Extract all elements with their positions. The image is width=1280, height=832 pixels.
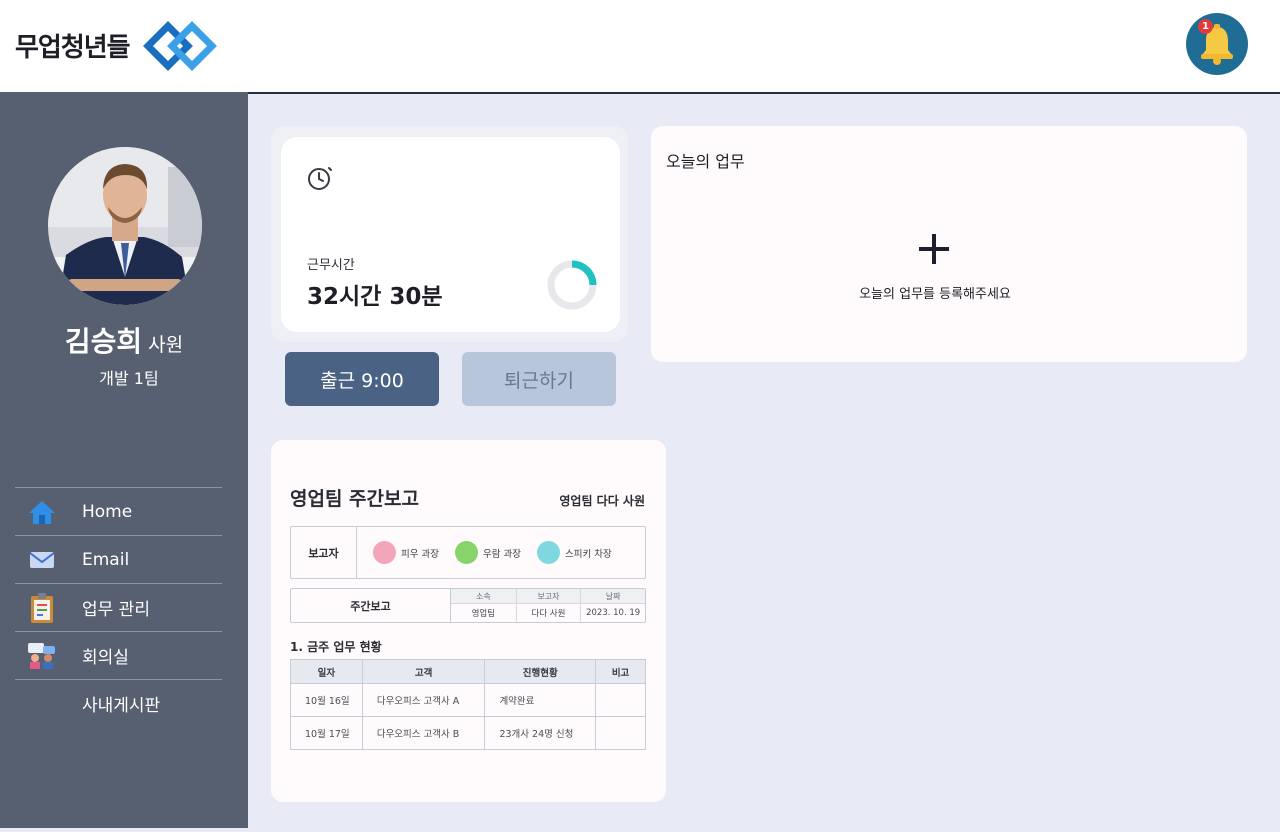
meta-value: 다다 사원: [515, 604, 581, 622]
logo-text: 무업청년들: [15, 32, 131, 63]
table-header: 진행현황: [484, 659, 597, 684]
user-rank: 사원: [148, 334, 184, 356]
add-task-icon[interactable]: [917, 232, 951, 266]
table-cell: [595, 716, 646, 750]
profile-name: 김승희 사원: [0, 320, 248, 360]
sidebar-item-task-management[interactable]: 업무 관리: [15, 583, 222, 631]
reporter-avatar: [373, 541, 396, 564]
reporter-name: 피우 과장: [401, 548, 439, 560]
today-tasks-hint: 오늘의 업무를 등록해주세요: [859, 287, 1011, 302]
table-cell: 23개사 24명 신청: [484, 716, 597, 750]
table-cell: [595, 683, 646, 717]
table-header: 고객: [361, 659, 486, 684]
reporter-label: 보고자: [291, 527, 357, 578]
reporter-name: 우람 과장: [482, 548, 521, 560]
reporter-2: 우람 과장: [454, 541, 521, 564]
table-row: 10월 17일 다우오피스 고객사 B 23개사 24명 신청: [290, 716, 646, 750]
sidebar-item-home[interactable]: Home: [15, 487, 222, 535]
reporter-avatar: [454, 541, 478, 564]
sidebar-item-meeting-room[interactable]: 회의실: [15, 631, 222, 679]
user-team: 개발 1팀: [99, 369, 159, 388]
meta-grid: 소속 보고자 날짜 영업팀 다다 사원 2023. 10. 19: [451, 589, 645, 622]
work-time-progress-ring: [547, 260, 597, 310]
table-cell: 계약완료: [484, 683, 597, 717]
clipboard-icon: [27, 592, 57, 623]
meta-value: 2023. 10. 19: [580, 604, 645, 622]
meta-header: 소속: [451, 589, 516, 604]
work-time-value: 32시간 30분: [307, 284, 443, 310]
table-row: 10월 16일 다우오피스 고객사 A 계약완료: [290, 683, 646, 717]
sidebar-item-label: Email: [82, 549, 130, 570]
table-header: 비고: [595, 659, 646, 684]
home-icon: [27, 497, 57, 527]
notification-button[interactable]: 1: [1186, 13, 1248, 75]
weekly-report-card[interactable]: 영업팀 주간보고 영업팀 다다 사원 보고자 피우 과장 우람 과장 스피키 차…: [271, 440, 666, 802]
logo[interactable]: 무업청년들: [15, 16, 218, 74]
report-author: 영업팀 다다 사원: [559, 494, 645, 508]
check-out-button[interactable]: 퇴근하기: [462, 352, 616, 406]
reporter-avatar: [536, 541, 560, 564]
check-in-button[interactable]: 출근 9:00: [285, 352, 439, 406]
logo-mark-icon: [142, 21, 217, 71]
sidebar-item-board[interactable]: 사내게시판: [15, 679, 222, 727]
reporter-3: 스피키 차장: [536, 541, 612, 564]
meta-label: 주간보고: [291, 589, 451, 622]
table-cell: 다우오피스 고객사 A: [361, 683, 486, 717]
work-time-card: 근무시간 32시간 30분: [281, 137, 620, 332]
sidebar-item-label: 업무 관리: [82, 600, 150, 620]
table-cell: 10월 17일: [290, 716, 363, 750]
today-tasks-title: 오늘의 업무: [666, 152, 745, 171]
table-header: 일자: [290, 659, 363, 684]
clock-icon: [308, 167, 332, 190]
meeting-icon: [27, 641, 57, 671]
mail-icon: [27, 545, 57, 575]
sidebar-item-email[interactable]: Email: [15, 535, 222, 583]
table-header-row: 일자 고객 진행현황 비고: [290, 659, 646, 684]
report-table: 일자 고객 진행현황 비고 10월 16일 다우오피스 고객사 A 계약완료 1…: [290, 659, 646, 750]
report-reporters: 보고자 피우 과장 우람 과장 스피키 차장: [290, 526, 646, 579]
meta-value: 영업팀: [471, 609, 496, 619]
sidebar-menu: Home Email 업무 관리 회의실 사내게시판: [15, 487, 222, 727]
table-cell: 10월 16일: [290, 683, 363, 717]
avatar: [48, 147, 202, 305]
work-time-label: 근무시간: [307, 258, 355, 273]
today-tasks-card: 오늘의 업무 오늘의 업무를 등록해주세요: [651, 126, 1247, 362]
top-header: 무업청년들 1: [0, 0, 1280, 92]
reporter-name: 스피키 차장: [564, 548, 612, 560]
sidebar: 김승희 사원 개발 1팀 Home Email 업무 관리 회의실 사내게시판: [0, 92, 248, 828]
meta-header: 날짜: [580, 589, 645, 604]
table-cell: 다우오피스 고객사 B: [361, 716, 486, 750]
reporter-1: 피우 과장: [373, 541, 439, 564]
header-divider: [248, 92, 1280, 94]
user-name: 김승희: [64, 325, 143, 358]
meta-header: 보고자: [515, 589, 581, 604]
report-title: 영업팀 주간보고: [290, 488, 419, 510]
sidebar-item-label: 회의실: [82, 648, 129, 668]
notification-badge: 1: [1198, 19, 1213, 34]
sidebar-item-label: Home: [82, 501, 133, 522]
report-meta: 주간보고 소속 보고자 날짜 영업팀 다다 사원 2023. 10. 19: [290, 588, 646, 623]
report-section-title: 1. 금주 업무 현황: [290, 640, 382, 654]
sidebar-item-label: 사내게시판: [82, 696, 161, 716]
